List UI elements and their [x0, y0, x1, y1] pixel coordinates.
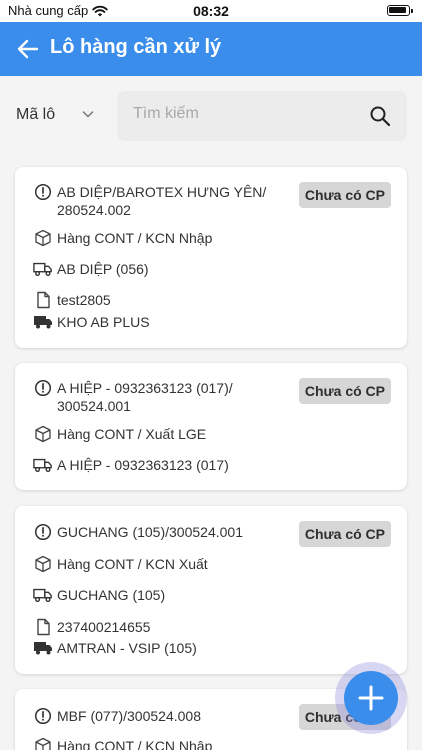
app-header: Lô hàng cần xử lý [0, 22, 422, 76]
card-driver: GUCHANG (105) [57, 587, 166, 603]
status-badge: Chưa có CP [298, 182, 391, 208]
search-input[interactable] [133, 105, 353, 123]
box-icon [33, 555, 53, 573]
card-driver: A HIỆP - 0932363123 (017) [57, 457, 229, 473]
card-title: MBF (077)/300524.008 [57, 708, 201, 724]
shipment-card[interactable]: Chưa có CP A HIỆP - 0932363123 (017)/ 30… [15, 363, 407, 490]
back-arrow-icon[interactable] [14, 35, 42, 63]
card-title-row: MBF (077)/300524.008 [33, 707, 201, 725]
status-badge: Chưa có CP [298, 521, 391, 547]
battery-icon [387, 5, 413, 16]
card-title-row: GUCHANG (105)/300524.001 [33, 523, 243, 541]
card-warehouse: KHO AB PLUS [57, 314, 150, 330]
card-type-row: Hàng CONT / KCN Nhập [33, 229, 212, 247]
truck-icon [33, 260, 53, 278]
box-icon [33, 229, 53, 247]
card-document-row: test2805 [33, 291, 111, 309]
card-warehouse-row: KHO AB PLUS [33, 313, 150, 331]
info-circle-icon [33, 183, 53, 201]
truck-icon [33, 586, 53, 604]
card-type-row: Hàng CONT / KCN Xuất [33, 555, 208, 573]
clock: 08:32 [193, 3, 229, 19]
info-circle-icon [33, 379, 53, 397]
warehouse-truck-icon [33, 639, 53, 657]
card-document-row: 237400214655 [33, 618, 150, 636]
status-badge: Chưa có CP [298, 378, 391, 404]
card-title: GUCHANG (105)/300524.001 [57, 524, 243, 540]
card-title: AB DIỆP/BAROTEX HƯNG YÊN/ 280524.002 [57, 184, 267, 218]
document-icon [33, 618, 53, 636]
add-shipment-button[interactable] [344, 671, 398, 725]
shipment-card[interactable]: Chưa có CP GUCHANG (105)/300524.001 Hàng… [15, 506, 407, 674]
info-circle-icon [33, 523, 53, 541]
document-icon [33, 291, 53, 309]
card-type: Hàng CONT / KCN Xuất [57, 556, 208, 572]
info-circle-icon [33, 707, 53, 725]
card-type: Hàng CONT / KCN Nhập [57, 230, 213, 246]
truck-icon [33, 456, 53, 474]
card-driver-row: AB DIỆP (056) [33, 260, 149, 278]
box-icon [33, 425, 53, 443]
card-document: test2805 [57, 292, 111, 308]
filter-dropdown[interactable]: Mã lô [16, 102, 98, 128]
search-icon[interactable] [369, 105, 391, 127]
card-title-row: AB DIỆP/BAROTEX HƯNG YÊN/ 280524.002 [33, 183, 287, 219]
card-title: A HIỆP - 0932363123 (017)/ 300524.001 [57, 380, 233, 414]
page-title: Lô hàng cần xử lý [50, 36, 222, 58]
card-title-row: A HIỆP - 0932363123 (017)/ 300524.001 [33, 379, 287, 415]
box-icon [33, 737, 53, 750]
chevron-down-icon [82, 111, 94, 118]
filter-selected-label: Mã lô [16, 106, 56, 123]
plus-icon [358, 685, 384, 711]
status-bar: Nhà cung cấp 08:32 [0, 0, 422, 22]
card-driver-row: GUCHANG (105) [33, 586, 165, 604]
card-type-row: Hàng CONT / KCN Nhập [33, 737, 212, 750]
search-box[interactable] [117, 91, 407, 141]
warehouse-truck-icon [33, 313, 53, 331]
shipment-card[interactable]: Chưa có CP AB DIỆP/BAROTEX HƯNG YÊN/ 280… [15, 167, 407, 348]
card-type-row: Hàng CONT / Xuất LGE [33, 425, 206, 443]
card-type: Hàng CONT / Xuất LGE [57, 426, 207, 442]
card-document: 237400214655 [57, 619, 151, 635]
card-driver: AB DIỆP (056) [57, 261, 149, 277]
card-warehouse-row: AMTRAN - VSIP (105) [33, 639, 197, 657]
card-warehouse: AMTRAN - VSIP (105) [57, 640, 197, 656]
card-driver-row: A HIỆP - 0932363123 (017) [33, 456, 229, 474]
card-type: Hàng CONT / KCN Nhập [57, 738, 213, 750]
